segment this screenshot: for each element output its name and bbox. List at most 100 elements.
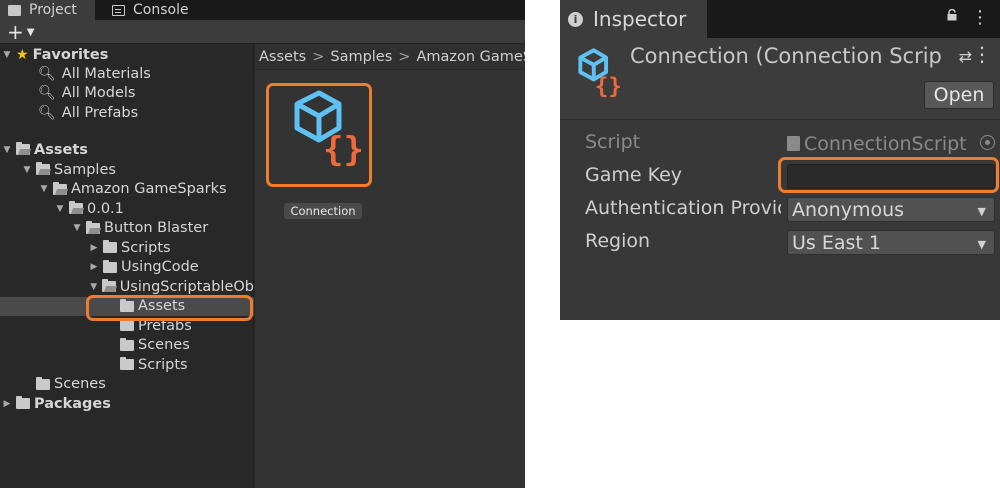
tree-item-prefabs[interactable]: Prefabs (0, 316, 254, 336)
asset-label: Connection (284, 203, 362, 219)
tree-item-label: Assets (138, 298, 186, 315)
authentication-provider-label: Authentication Provic (585, 197, 781, 219)
breadcrumb-item[interactable]: Assets (259, 49, 306, 65)
folder-icon (120, 337, 134, 351)
scriptable-object-icon: {} (578, 48, 622, 99)
tree-item-amazon-gamesparks[interactable]: ▼ Amazon GameSparks (0, 180, 254, 200)
menu-icon[interactable]: ⋮ (971, 7, 989, 28)
asset-browser[interactable]: Assets > Samples > Amazon GameSparks {} … (255, 44, 525, 488)
tree-item-label: UsingScriptableOb (119, 278, 254, 295)
tree-item-label: UsingCode (121, 259, 199, 276)
folder-icon (103, 259, 117, 273)
tree-item-version[interactable]: ▼ 0.0.1 (0, 199, 254, 219)
tree-item-all-materials[interactable]: 🔍︎ All Materials (0, 64, 254, 84)
project-window: Project Console + ▼ ▼ ★ Favorites 🔍︎ All… (0, 0, 525, 488)
console-icon (112, 4, 125, 16)
add-asset-button[interactable]: + ▼ (7, 20, 34, 44)
settings-sliders-icon[interactable]: ⇄ (959, 47, 972, 66)
expand-arrow-icon[interactable]: ▼ (70, 223, 84, 233)
tree-item-label: Assets (34, 141, 88, 158)
inspector-title: Connection (Connection Script (630, 44, 942, 68)
search-icon: 🔍︎ (38, 104, 56, 121)
tree-item-assets[interactable]: ▼ Assets (0, 140, 254, 160)
scriptable-object-icon: {} (294, 90, 364, 170)
game-key-label: Game Key (585, 164, 683, 186)
expand-arrow-icon[interactable]: ▼ (87, 282, 100, 292)
expand-arrow-icon[interactable]: ▼ (37, 184, 51, 194)
tree-item-scenes[interactable]: Scenes (0, 375, 254, 395)
inspector-header: {} Connection (Connection Script ⇄ ⋮ Ope… (560, 38, 1000, 120)
inspector-tabbar: i Inspector ⋮ (560, 0, 1000, 38)
tab-inspector[interactable]: i Inspector (560, 0, 707, 38)
search-icon: 🔍︎ (38, 65, 56, 82)
script-value: ConnectionScript (804, 132, 967, 155)
script-label: Script (585, 131, 641, 153)
collapse-arrow-icon[interactable]: ▶ (87, 262, 101, 272)
folder-icon (120, 298, 134, 312)
property-game-key: Game Key (560, 161, 1000, 193)
tree-item-scripts[interactable]: ▶ Scripts (0, 238, 254, 258)
breadcrumb-item[interactable]: Amazon GameSparks (416, 49, 525, 65)
expand-arrow-icon[interactable]: ▼ (0, 145, 14, 155)
tree-item-button-blaster[interactable]: ▼ Button Blaster (0, 219, 254, 239)
region-dropdown[interactable]: Us East 1 ▼ (787, 230, 995, 255)
expand-arrow-icon[interactable]: ▼ (0, 50, 14, 60)
tree-item-label: Button Blaster (104, 220, 209, 237)
tree-item-label: Scenes (54, 376, 106, 393)
tab-console[interactable]: Console (104, 0, 189, 20)
folder-icon (8, 4, 21, 16)
breadcrumb-separator-icon: > (312, 48, 325, 65)
folder-open-icon (69, 201, 83, 215)
project-toolbar: + ▼ (0, 20, 525, 44)
game-key-input[interactable] (787, 164, 995, 189)
tree-item-label: 0.0.1 (87, 200, 124, 217)
folder-open-icon (16, 142, 30, 156)
open-button[interactable]: Open (924, 81, 994, 109)
tree-item-label: Favorites (32, 46, 109, 63)
tab-project[interactable]: Project (0, 0, 95, 20)
tree-item-all-prefabs[interactable]: 🔍︎ All Prefabs (0, 103, 254, 123)
tree-item-label: All Materials (61, 65, 151, 82)
script-file-icon (787, 136, 800, 151)
folder-open-icon (36, 162, 50, 176)
tree-item-label: All Prefabs (61, 104, 139, 121)
tree-item-label: Scripts (138, 356, 188, 373)
tree-item-usingcode[interactable]: ▶ UsingCode (0, 258, 254, 278)
region-label: Region (585, 230, 651, 252)
property-region: Region Us East 1 ▼ (560, 227, 1000, 259)
property-script: Script ConnectionScript (560, 128, 1000, 160)
chevron-down-icon: ▼ (977, 238, 986, 251)
expand-arrow-icon[interactable]: ▼ (20, 165, 34, 175)
dropdown-value: Us East 1 (792, 231, 881, 254)
object-picker-icon[interactable] (980, 135, 995, 150)
breadcrumb: Assets > Samples > Amazon GameSparks (255, 44, 525, 70)
folder-open-icon (53, 181, 67, 195)
tree-item-label: Scenes (138, 337, 190, 354)
plus-icon: + (7, 20, 24, 44)
tree-item-favorites[interactable]: ▼ ★ Favorites (0, 45, 254, 65)
collapse-arrow-icon[interactable]: ▶ (87, 243, 101, 253)
lock-icon[interactable] (946, 9, 958, 21)
tree-item-scripts-inner[interactable]: Scripts (0, 355, 254, 375)
breadcrumb-item[interactable]: Samples (330, 49, 392, 65)
authentication-provider-dropdown[interactable]: Anonymous ▼ (787, 197, 995, 222)
collapse-arrow-icon[interactable]: ▶ (0, 399, 14, 409)
tree-item-assets-selected[interactable]: Assets (0, 296, 254, 316)
dropdown-caret-icon: ▼ (26, 26, 35, 38)
tree-item-usingscriptableobjects[interactable]: ▼ UsingScriptableOb (0, 277, 254, 297)
tree-item-samples[interactable]: ▼ Samples (0, 160, 254, 180)
tree-item-scenes-inner[interactable]: Scenes (0, 336, 254, 356)
expand-arrow-icon[interactable]: ▼ (53, 204, 67, 214)
script-field: ConnectionScript (787, 131, 995, 156)
folder-icon (103, 240, 117, 254)
tree-item-all-models[interactable]: 🔍︎ All Models (0, 84, 254, 104)
project-tabbar: Project Console (0, 0, 525, 20)
tree-item-packages[interactable]: ▶ Packages (0, 394, 254, 414)
kebab-menu-icon[interactable]: ⋮ (972, 42, 992, 66)
tree-item-label: Amazon GameSparks (71, 181, 227, 198)
folder-open-icon (86, 220, 100, 234)
asset-connection[interactable]: {} Connection (267, 82, 367, 219)
folder-icon (120, 318, 134, 332)
folder-tree[interactable]: ▼ ★ Favorites 🔍︎ All Materials 🔍︎ All Mo… (0, 44, 254, 488)
folder-icon (120, 357, 134, 371)
